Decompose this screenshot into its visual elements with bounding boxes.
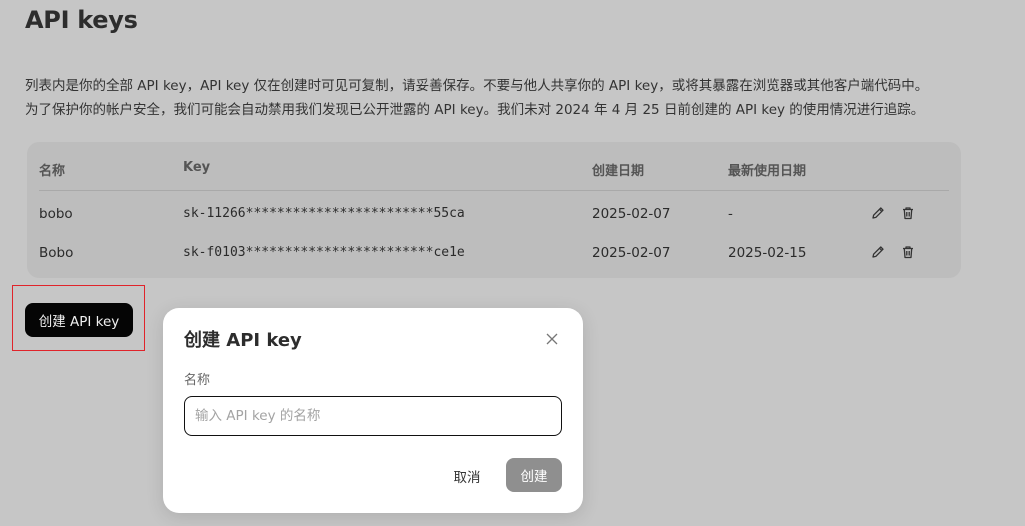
key-value: sk-f0103************************ce1e [183, 245, 465, 260]
cancel-button[interactable]: 取消 [442, 459, 492, 493]
column-header-last-used: 最新使用日期 [728, 164, 807, 179]
api-keys-table: 名称 Key 创建日期 最新使用日期 bobo sk-11266********… [27, 142, 961, 278]
page-description: 列表内是你的全部 API key，API key 仅在创建时可见可复制，请妥善保… [25, 74, 1015, 122]
page-title: API keys [25, 6, 138, 34]
description-line-1: 列表内是你的全部 API key，API key 仅在创建时可见可复制，请妥善保… [25, 78, 929, 94]
api-key-name-input[interactable] [184, 396, 562, 436]
create-api-key-button[interactable]: 创建 API key [25, 303, 133, 337]
dialog-title: 创建 API key [184, 330, 302, 351]
last-used-date: 2025-02-15 [728, 245, 807, 261]
create-api-key-dialog: 创建 API key 名称 取消 创建 [163, 308, 583, 513]
table-row: Bobo sk-f0103************************ce1… [27, 234, 961, 272]
table-row: bobo sk-11266************************55c… [27, 195, 961, 233]
trash-icon[interactable] [899, 204, 917, 222]
create-button[interactable]: 创建 [506, 458, 562, 492]
description-line-2: 为了保护你的帐户安全，我们可能会自动禁用我们发现已公开泄露的 API key。我… [25, 102, 925, 118]
table-header: 名称 Key 创建日期 最新使用日期 [39, 142, 949, 191]
pencil-icon[interactable] [869, 204, 887, 222]
trash-icon[interactable] [899, 243, 917, 261]
created-date: 2025-02-07 [592, 206, 671, 222]
column-header-key: Key [183, 160, 211, 175]
key-name: Bobo [39, 245, 74, 261]
created-date: 2025-02-07 [592, 245, 671, 261]
key-value: sk-11266************************55ca [183, 206, 465, 221]
key-name: bobo [39, 206, 73, 222]
column-header-created: 创建日期 [592, 164, 645, 179]
name-field-label: 名称 [184, 373, 211, 388]
last-used-date: - [728, 206, 733, 222]
pencil-icon[interactable] [869, 243, 887, 261]
close-icon[interactable] [544, 331, 560, 347]
column-header-name: 名称 [39, 164, 66, 179]
